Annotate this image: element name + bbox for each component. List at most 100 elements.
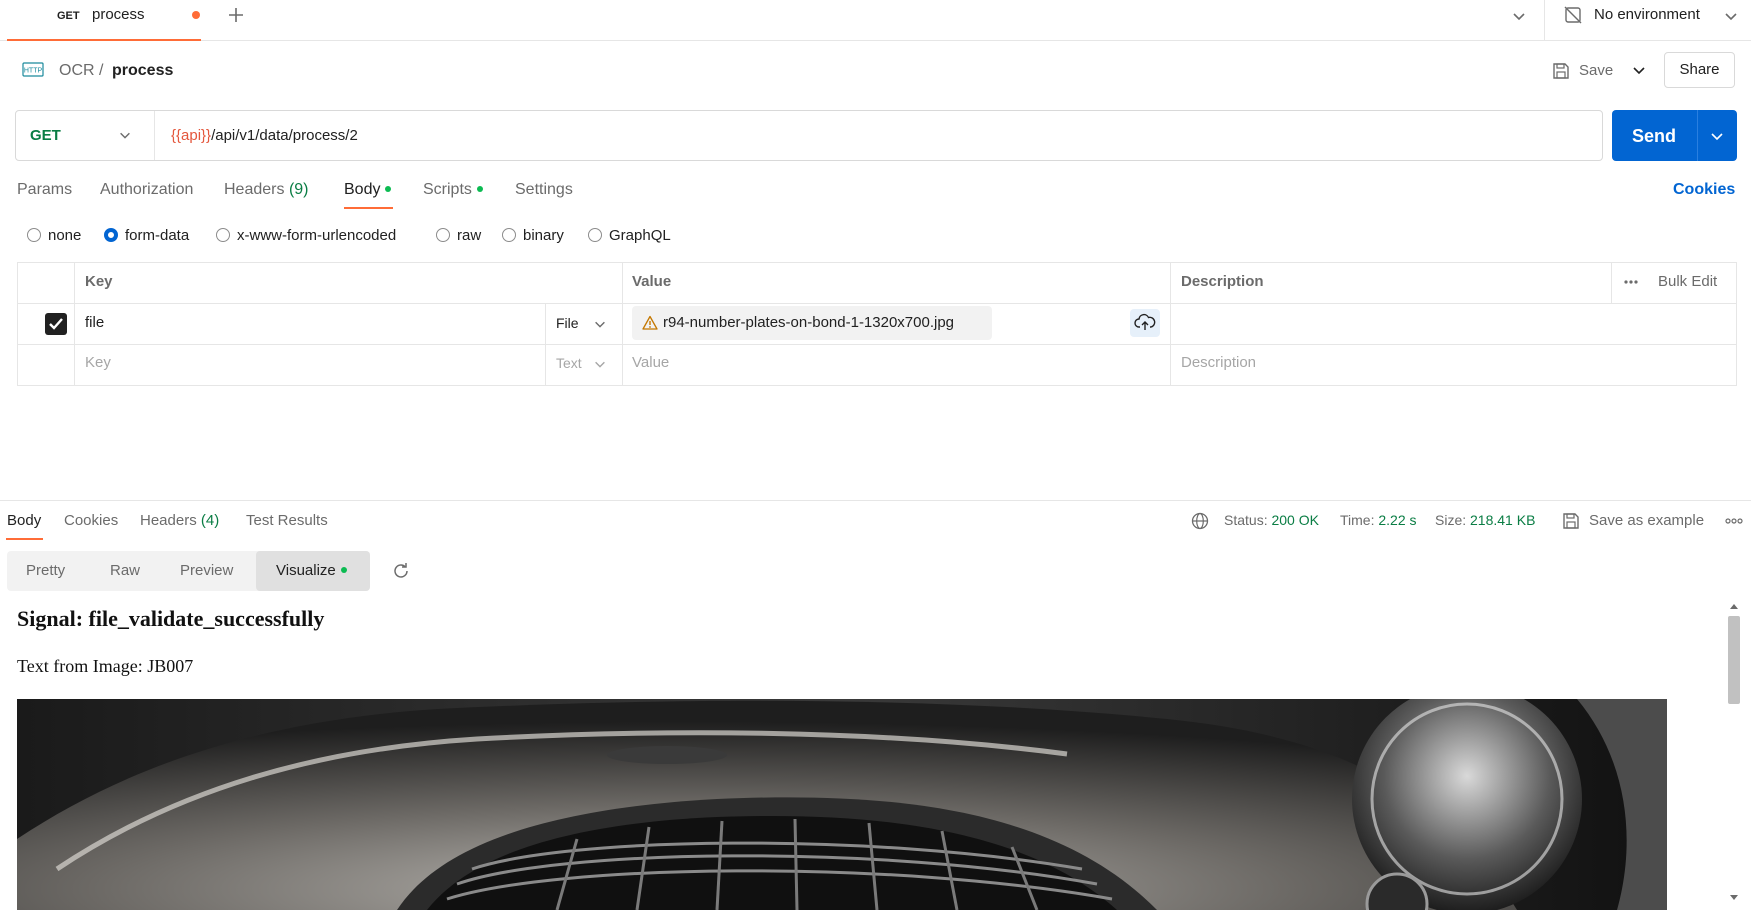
visualize-indicator-dot <box>340 567 347 574</box>
cookies-link[interactable]: Cookies <box>1673 181 1735 199</box>
new-description-input[interactable]: Description <box>1181 354 1256 371</box>
response-status[interactable]: Status: 200 OK <box>1224 512 1319 528</box>
unsaved-dot <box>192 11 200 19</box>
table-divider <box>545 303 546 386</box>
tab-scripts-label: Scripts <box>423 181 472 198</box>
row-checkbox[interactable] <box>45 313 67 335</box>
response-size[interactable]: Size: 218.41 KB <box>1435 512 1535 528</box>
more-options-icon[interactable] <box>1725 514 1743 528</box>
save-as-example-button[interactable]: Save as example <box>1589 512 1704 529</box>
divider <box>154 111 155 160</box>
save-button[interactable]: Save <box>1579 62 1613 79</box>
response-tab-headers-label: Headers <box>140 512 197 529</box>
environment-selector[interactable]: No environment <box>1594 6 1700 23</box>
scrollbar-thumb[interactable] <box>1728 616 1740 704</box>
save-icon[interactable] <box>1551 61 1571 81</box>
warning-icon <box>642 315 658 331</box>
row-value-file[interactable]: r94-number-plates-on-bond-1-1320x700.jpg <box>663 314 954 331</box>
row-type-selector[interactable]: File <box>556 315 579 331</box>
view-visualize-label: Visualize <box>276 562 336 579</box>
column-header-key: Key <box>85 273 113 290</box>
table-divider <box>1170 262 1171 386</box>
pane-divider[interactable] <box>0 500 1751 501</box>
svg-text:HTTP: HTTP <box>24 68 43 75</box>
tab-scripts[interactable]: Scripts <box>423 181 483 199</box>
new-key-input[interactable]: Key <box>85 354 111 371</box>
new-type-selector[interactable]: Text <box>556 355 582 371</box>
tab-bar <box>0 0 1751 41</box>
view-preview[interactable]: Preview <box>180 562 233 579</box>
radio-label-raw[interactable]: raw <box>457 227 481 244</box>
radio-form-data[interactable] <box>104 228 118 242</box>
response-tab-body[interactable]: Body <box>7 512 41 529</box>
send-chevron-down-icon[interactable] <box>1709 128 1725 144</box>
method-selector[interactable]: GET <box>30 127 61 144</box>
time-value: 2.22 s <box>1378 512 1417 528</box>
tab-body[interactable]: Body <box>344 181 392 199</box>
table-divider <box>17 303 1737 304</box>
share-button[interactable]: Share <box>1664 52 1735 88</box>
method-chevron-down-icon[interactable] <box>118 128 132 142</box>
tab-title[interactable]: process <box>92 6 145 23</box>
table-divider <box>622 262 623 386</box>
refresh-icon[interactable] <box>391 561 411 581</box>
visualize-heading: Signal: file_validate_successfully <box>17 606 325 631</box>
tab-body-label: Body <box>344 181 381 198</box>
view-raw[interactable]: Raw <box>110 562 140 579</box>
response-headers-count: (4) <box>200 512 220 529</box>
save-icon[interactable] <box>1561 511 1581 531</box>
view-visualize[interactable]: Visualize <box>276 562 347 579</box>
row-key[interactable]: file <box>85 314 104 331</box>
view-pretty[interactable]: Pretty <box>26 562 65 579</box>
radio-raw[interactable] <box>436 228 450 242</box>
breadcrumb-collection[interactable]: OCR <box>59 62 95 80</box>
radio-label-form-data[interactable]: form-data <box>125 227 189 244</box>
radio-none[interactable] <box>27 228 41 242</box>
type-chevron-down-icon[interactable] <box>593 357 607 371</box>
cloud-upload-icon[interactable] <box>1134 313 1156 333</box>
new-value-input[interactable]: Value <box>632 354 669 371</box>
send-label[interactable]: Send <box>1632 126 1676 147</box>
radio-graphql[interactable] <box>588 228 602 242</box>
table-divider <box>1611 262 1612 303</box>
size-value: 218.41 KB <box>1470 512 1536 528</box>
breadcrumb-separator: / <box>99 62 104 79</box>
radio-binary[interactable] <box>502 228 516 242</box>
radio-urlencoded[interactable] <box>216 228 230 242</box>
no-environment-icon <box>1563 5 1583 25</box>
tab-method: GET <box>57 10 80 22</box>
divider <box>1697 110 1698 161</box>
radio-label-none[interactable]: none <box>48 227 81 244</box>
response-time[interactable]: Time: 2.22 s <box>1340 512 1417 528</box>
globe-icon[interactable] <box>1191 512 1209 530</box>
response-tab-test-results[interactable]: Test Results <box>246 512 328 529</box>
save-chevron-down-icon[interactable] <box>1631 62 1647 78</box>
active-tab-underline <box>6 538 43 540</box>
column-header-description: Description <box>1181 273 1264 290</box>
more-options-icon[interactable] <box>1622 273 1640 291</box>
scroll-down-arrow-icon[interactable] <box>1729 894 1739 902</box>
tab-headers[interactable]: Headers (9) <box>224 181 309 199</box>
radio-label-urlencoded[interactable]: x-www-form-urlencoded <box>237 227 396 244</box>
tab-authorization[interactable]: Authorization <box>100 181 193 199</box>
radio-label-graphql[interactable]: GraphQL <box>609 227 671 244</box>
tab-settings[interactable]: Settings <box>515 181 573 199</box>
headers-count: (9) <box>288 181 309 198</box>
breadcrumb-request[interactable]: process <box>112 62 173 80</box>
tabs-chevron-down-icon[interactable] <box>1511 8 1527 24</box>
car-image <box>17 699 1667 910</box>
response-tab-headers[interactable]: Headers (4) <box>140 512 219 529</box>
status-value: 200 OK <box>1271 512 1319 528</box>
type-chevron-down-icon[interactable] <box>593 317 607 331</box>
visualize-text: Text from Image: JB007 <box>17 656 194 676</box>
table-divider <box>74 262 75 386</box>
environment-chevron-down-icon[interactable] <box>1723 8 1739 24</box>
radio-label-binary[interactable]: binary <box>523 227 564 244</box>
bulk-edit-button[interactable]: Bulk Edit <box>1658 273 1717 290</box>
scroll-up-arrow-icon[interactable] <box>1729 602 1739 610</box>
scripts-indicator-dot <box>476 185 483 192</box>
response-tab-cookies[interactable]: Cookies <box>64 512 118 529</box>
plus-icon[interactable] <box>226 5 246 25</box>
tab-params[interactable]: Params <box>17 181 72 199</box>
url-input[interactable]: {{api}}/api/v1/data/process/2 <box>171 127 358 144</box>
